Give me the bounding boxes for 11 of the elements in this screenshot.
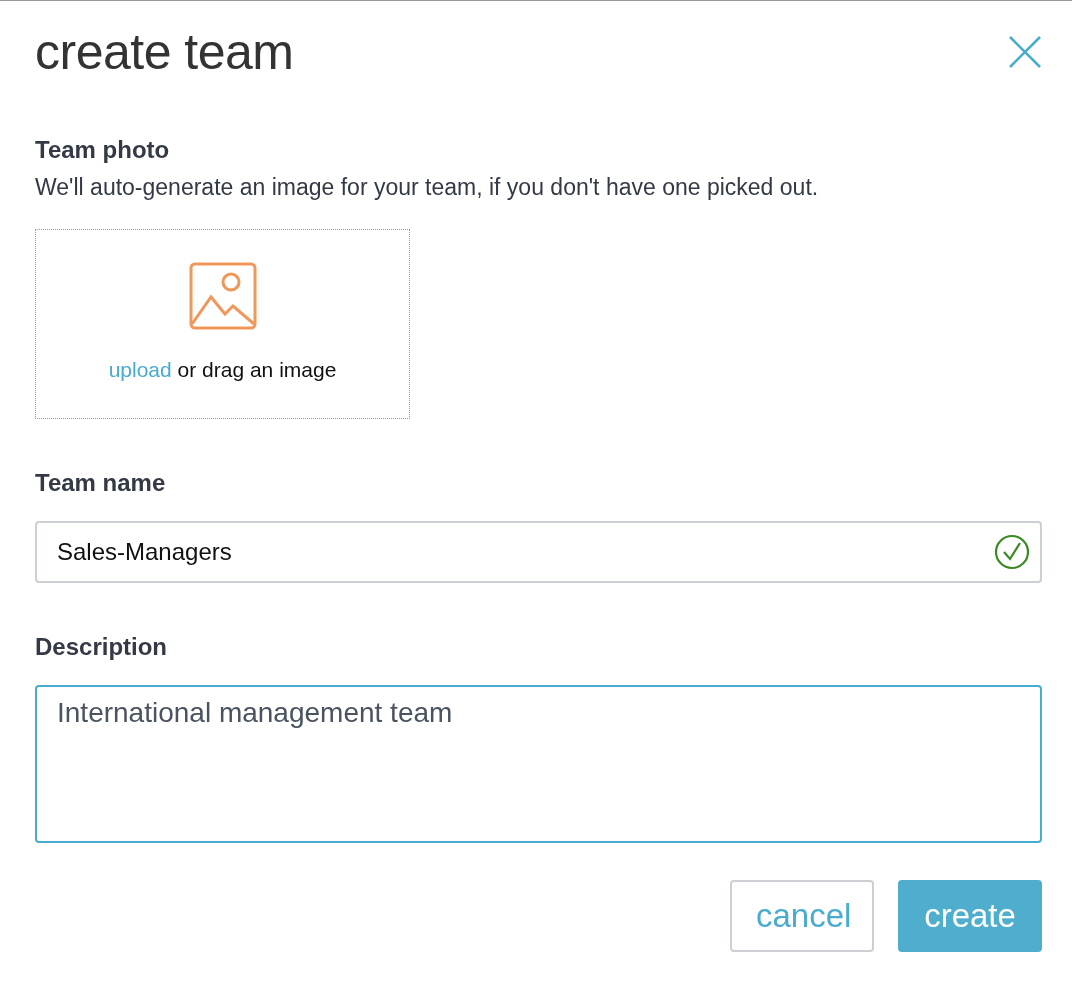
field-label: Team photo <box>35 136 171 164</box>
hint-text: We'll auto-generate an image for your team, if you don't have one picked out. <box>35 174 820 201</box>
close-icon[interactable] <box>1008 35 1042 69</box>
image-icon <box>188 262 257 330</box>
image-dropzone[interactable]: upload or drag an image <box>35 229 410 419</box>
dialog-title: create team <box>35 23 294 81</box>
description-field[interactable]: International management team <box>35 685 1042 843</box>
field-label: Description <box>35 633 169 661</box>
field-label: Team name <box>35 469 167 497</box>
drop-text: or drag an image <box>177 358 337 381</box>
team-name-field[interactable]: Sales-Managers <box>35 521 1042 583</box>
